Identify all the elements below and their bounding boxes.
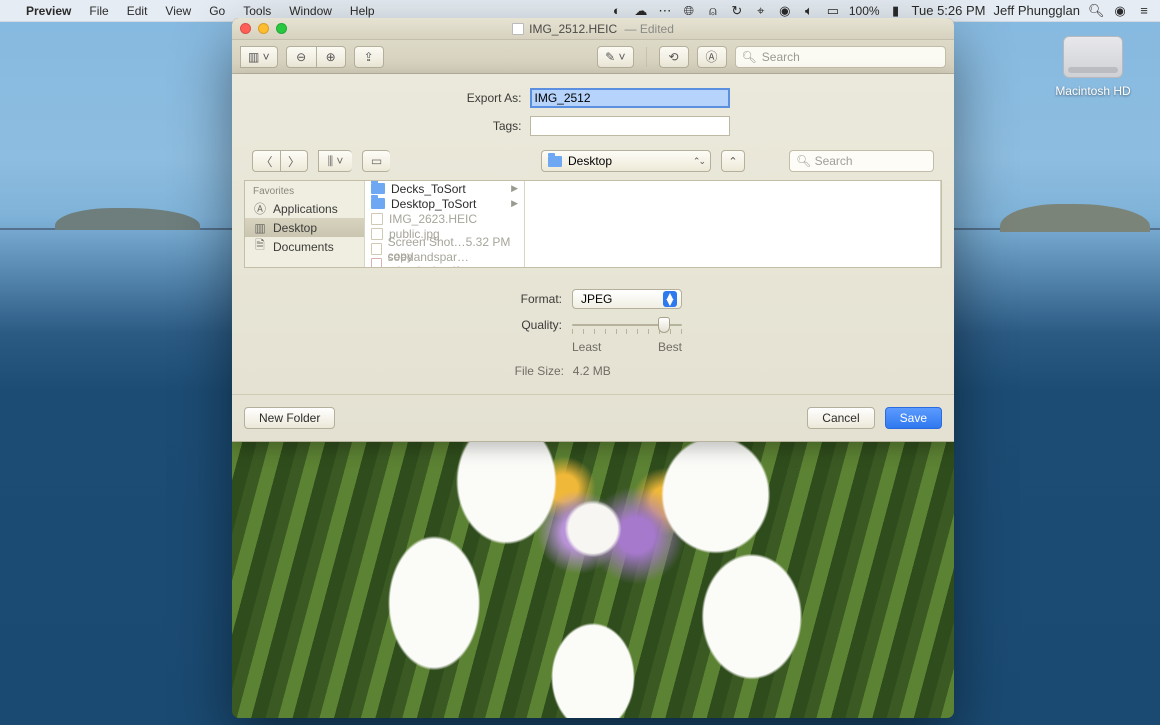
preview-window: IMG_2512.HEIC — Edited ▥ ˅ ⊖ ⊕ ⇪ ✎ ˅ ⟲ Ⓐ… — [232, 18, 954, 718]
location-popup[interactable]: Desktop ⌃⌄ — [541, 150, 711, 172]
clock[interactable]: Tue 5:26 PM — [912, 3, 986, 18]
cloud-icon[interactable]: ☁ — [633, 3, 649, 19]
chevron-updown-icon: ⌃⌄ — [693, 156, 704, 167]
window-zoom[interactable] — [276, 23, 287, 34]
globe-icon[interactable]: 🌐︎ — [681, 3, 697, 19]
browser-search-placeholder: Search — [815, 154, 853, 168]
applications-icon: Ⓐ — [253, 200, 267, 217]
location-label: Desktop — [568, 154, 612, 168]
pdf-file-icon — [371, 258, 382, 268]
battery-status[interactable]: 100% — [849, 4, 880, 18]
quality-label: Quality: — [506, 318, 562, 332]
list-item: seedandspar…ationdeck.pdf — [365, 256, 524, 267]
slider-thumb[interactable] — [658, 317, 670, 333]
column-browser: Favorites ⒶApplications ▥Desktop 🗎Docume… — [244, 180, 942, 268]
list-item[interactable]: Decks_ToSort▶ — [365, 181, 524, 196]
user-menu[interactable]: Jeff Phungglan — [994, 3, 1081, 18]
image-file-icon — [371, 228, 383, 240]
desktop-icon: ▥ — [253, 221, 267, 235]
battery-icon[interactable]: ▮ — [888, 3, 904, 19]
format-value: JPEG — [581, 292, 612, 306]
status-icon[interactable]: ◐ — [609, 3, 625, 18]
filesize-label: File Size: — [514, 364, 564, 378]
tags-label: Tags: — [457, 119, 522, 133]
volume-icon[interactable]: 🔈︎ — [801, 3, 817, 19]
documents-icon: 🗎 — [253, 236, 267, 257]
cancel-button[interactable]: Cancel — [807, 407, 874, 429]
new-folder-button[interactable]: New Folder — [244, 407, 335, 429]
display-icon[interactable]: ▭ — [825, 3, 841, 19]
image-file-icon — [371, 213, 383, 225]
window-close[interactable] — [240, 23, 251, 34]
window-minimize[interactable] — [258, 23, 269, 34]
preview-column — [525, 181, 941, 267]
folder-icon — [548, 156, 562, 167]
appstore-icon[interactable]: ⍝ — [705, 3, 721, 19]
toolbar-search[interactable]: 🔍︎ Search — [735, 46, 946, 68]
image-file-icon — [371, 243, 382, 255]
sidebar-section-title: Favorites — [245, 181, 364, 199]
titlebar[interactable]: IMG_2512.HEIC — Edited — [232, 18, 954, 40]
edited-badge: — Edited — [621, 22, 674, 36]
chevron-right-icon: ▶ — [511, 183, 518, 194]
timemachine-icon[interactable]: ↻ — [729, 3, 745, 19]
status-dots-icon[interactable]: ⋯ — [657, 3, 673, 19]
sidebar-item-applications[interactable]: ⒶApplications — [245, 199, 364, 218]
export-as-input[interactable] — [530, 88, 730, 108]
toolbar: ▥ ˅ ⊖ ⊕ ⇪ ✎ ˅ ⟲ Ⓐ 🔍︎ Search — [232, 40, 954, 74]
nav-back[interactable]: 〈 — [252, 150, 280, 172]
format-select[interactable]: JPEG ▲▼ — [572, 289, 682, 309]
tags-input[interactable] — [530, 116, 730, 136]
search-icon: 🔍︎ — [796, 154, 811, 168]
save-sheet: Export As: Tags: 〈 〉 ⫼ ˅ ▭ — [232, 74, 954, 442]
quality-best-label: Best — [658, 340, 682, 354]
save-button[interactable]: Save — [885, 407, 942, 429]
share-button[interactable]: ⇪ — [354, 46, 384, 68]
spotlight-icon[interactable]: 🔍︎ — [1088, 3, 1104, 19]
rotate-button[interactable]: ⟲ — [659, 46, 689, 68]
zoom-out[interactable]: ⊖ — [286, 46, 316, 68]
search-placeholder: Search — [762, 50, 800, 64]
bluetooth-icon[interactable]: ⌖ — [753, 3, 769, 19]
folder-icon — [371, 183, 385, 194]
menu-file[interactable]: File — [80, 0, 117, 22]
document-proxy-icon[interactable] — [512, 23, 524, 35]
menu-view[interactable]: View — [156, 0, 200, 22]
file-list: Decks_ToSort▶ Desktop_ToSort▶ IMG_2623.H… — [365, 181, 525, 267]
folder-icon — [371, 198, 385, 209]
sidebar: Favorites ⒶApplications ▥Desktop 🗎Docume… — [245, 181, 365, 267]
browser-search[interactable]: 🔍︎ Search — [789, 150, 934, 172]
menu-go[interactable]: Go — [200, 0, 234, 22]
nav-forward[interactable]: 〉 — [280, 150, 308, 172]
notification-center-icon[interactable]: ≡ — [1136, 3, 1152, 18]
sidebar-toggle[interactable]: ▥ ˅ — [240, 46, 278, 68]
export-as-label: Export As: — [457, 91, 522, 105]
siri-icon[interactable]: ◉ — [1112, 3, 1128, 19]
wifi-icon[interactable]: ◉ — [777, 3, 793, 19]
quality-slider[interactable] — [572, 315, 682, 335]
drive-icon — [1063, 36, 1123, 78]
window-title: IMG_2512.HEIC — [529, 22, 617, 36]
menu-edit[interactable]: Edit — [118, 0, 157, 22]
app-menu[interactable]: Preview — [17, 0, 80, 22]
chevron-right-icon: ▶ — [511, 198, 518, 209]
filesize-value: 4.2 MB — [573, 364, 611, 378]
group-button[interactable]: ▭ — [362, 150, 390, 172]
collapse-button[interactable]: ⌃ — [721, 150, 745, 172]
select-arrows-icon: ▲▼ — [663, 291, 677, 307]
markup-button[interactable]: Ⓐ — [697, 46, 727, 68]
sidebar-item-desktop[interactable]: ▥Desktop — [245, 218, 364, 237]
quality-least-label: Least — [572, 340, 601, 354]
view-switcher[interactable]: ⫼ ˅ — [318, 150, 352, 172]
zoom-in[interactable]: ⊕ — [316, 46, 346, 68]
search-icon: 🔍︎ — [742, 50, 757, 64]
highlight-button[interactable]: ✎ ˅ — [597, 46, 633, 68]
desktop-drive[interactable]: Macintosh HD — [1054, 36, 1132, 98]
format-label: Format: — [506, 292, 562, 306]
sidebar-item-documents[interactable]: 🗎Documents — [245, 237, 364, 256]
list-item: IMG_2623.HEIC — [365, 211, 524, 226]
drive-label: Macintosh HD — [1054, 84, 1132, 98]
list-item[interactable]: Desktop_ToSort▶ — [365, 196, 524, 211]
